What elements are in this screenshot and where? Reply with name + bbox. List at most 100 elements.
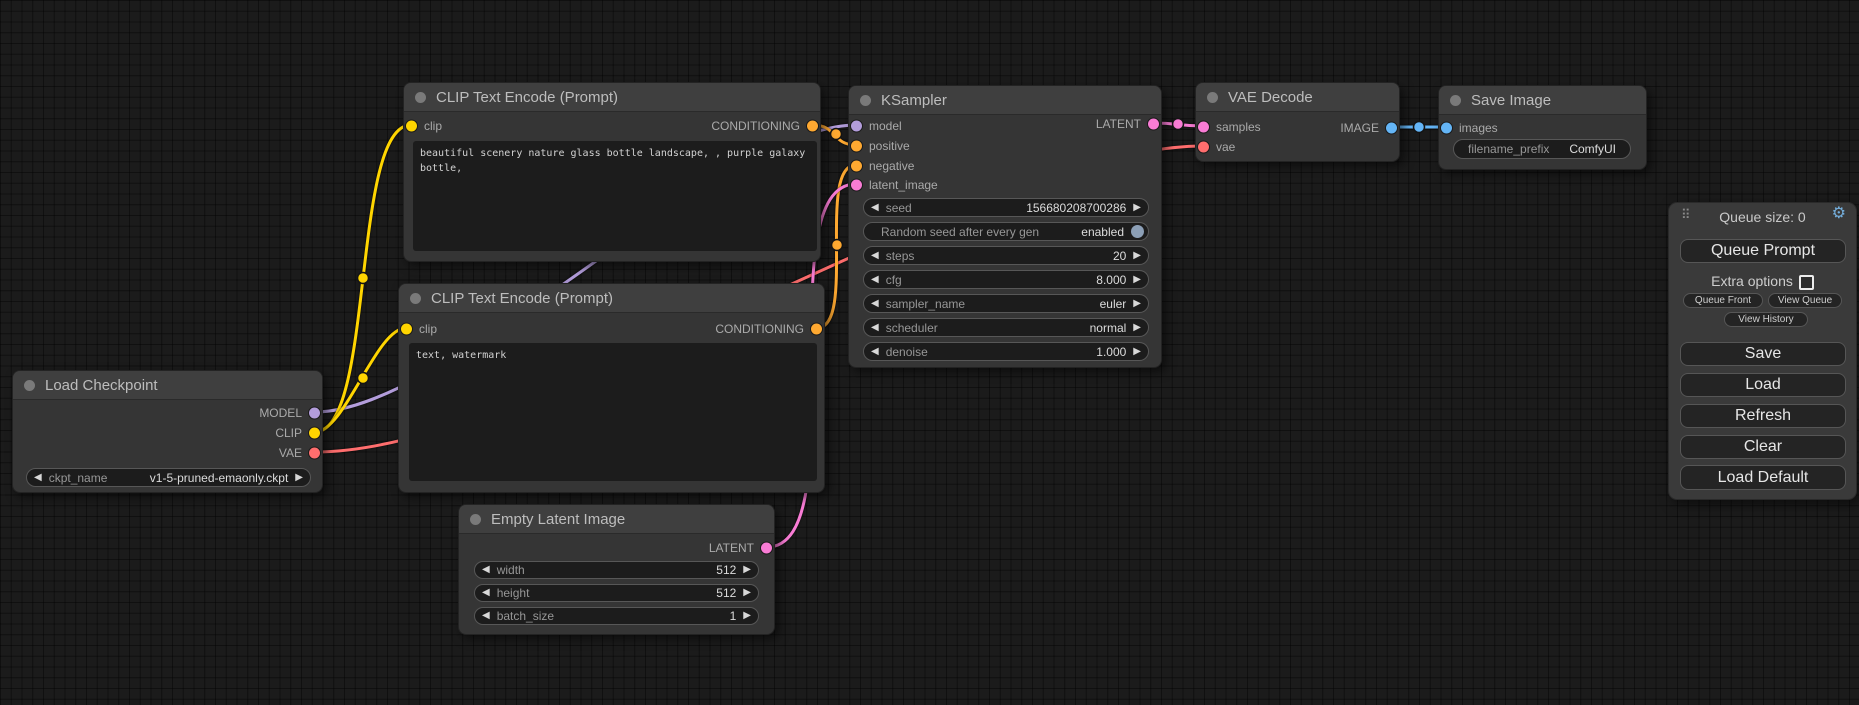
widget-steps[interactable]: ◀ steps 20 ▶ <box>863 246 1149 265</box>
arrow-right-icon[interactable]: ▶ <box>1126 251 1148 261</box>
widget-width[interactable]: ◀ width 512 ▶ <box>474 561 759 579</box>
arrow-right-icon[interactable]: ▶ <box>1126 275 1148 285</box>
arrow-left-icon[interactable]: ◀ <box>27 473 49 483</box>
widget-label: width <box>497 563 525 577</box>
output-label-latent: LATENT <box>709 541 754 555</box>
input-port-vae[interactable] <box>1197 141 1210 154</box>
output-port-conditioning[interactable] <box>810 323 823 336</box>
node-title-bar[interactable]: VAE Decode <box>1196 83 1399 112</box>
input-port-negative[interactable] <box>850 160 863 173</box>
node-load-checkpoint[interactable]: Load Checkpoint MODEL CLIP VAE ◀ ckpt_na… <box>12 370 323 493</box>
node-status-dot <box>410 293 421 304</box>
node-vae-decode[interactable]: VAE Decode IMAGE samples vae <box>1195 82 1400 162</box>
node-title: Load Checkpoint <box>45 377 158 394</box>
toggle-knob[interactable] <box>1131 225 1144 238</box>
widget-scheduler[interactable]: ◀ scheduler normal ▶ <box>863 318 1149 337</box>
view-history-button[interactable]: View History <box>1724 312 1808 327</box>
output-port-clip[interactable] <box>308 427 321 440</box>
arrow-right-icon[interactable]: ▶ <box>288 473 310 483</box>
input-port-images[interactable] <box>1440 122 1453 135</box>
output-port-model[interactable] <box>308 407 321 420</box>
node-ksampler[interactable]: KSampler LATENT model positive negative … <box>848 85 1162 368</box>
node-title-bar[interactable]: KSampler <box>849 86 1161 115</box>
arrow-left-icon[interactable]: ◀ <box>864 347 886 357</box>
input-port-samples[interactable] <box>1197 121 1210 134</box>
widget-value: 512 <box>716 586 736 600</box>
widget-value: 1 <box>730 609 737 623</box>
refresh-button[interactable]: Refresh <box>1680 404 1846 428</box>
node-title-bar[interactable]: CLIP Text Encode (Prompt) <box>404 83 820 112</box>
input-port-clip[interactable] <box>400 323 413 336</box>
input-port-clip[interactable] <box>405 120 418 133</box>
arrow-right-icon[interactable]: ▶ <box>1126 203 1148 213</box>
arrow-left-icon[interactable]: ◀ <box>864 251 886 261</box>
widget-label: filename_prefix <box>1468 142 1549 156</box>
output-port-conditioning[interactable] <box>806 120 819 133</box>
node-empty-latent-image[interactable]: Empty Latent Image LATENT ◀ width 512 ▶ … <box>458 504 775 635</box>
node-clip-text-encode-positive[interactable]: CLIP Text Encode (Prompt) clip CONDITION… <box>403 82 821 262</box>
arrow-right-icon[interactable]: ▶ <box>736 588 758 598</box>
link-dot-conditioning-positive[interactable] <box>831 129 842 140</box>
widget-label: seed <box>886 201 912 215</box>
link-dot-latent[interactable] <box>1173 119 1184 130</box>
output-label-clip: CLIP <box>275 426 302 440</box>
arrow-left-icon[interactable]: ◀ <box>864 299 886 309</box>
node-title: Empty Latent Image <box>491 511 625 528</box>
queue-size-label: Queue size: 0 <box>1669 209 1856 229</box>
widget-ckpt-name[interactable]: ◀ ckpt_name v1-5-pruned-emaonly.ckpt ▶ <box>26 468 311 487</box>
widget-filename-prefix[interactable]: filename_prefix ComfyUI <box>1453 139 1631 159</box>
widget-height[interactable]: ◀ height 512 ▶ <box>474 584 759 602</box>
arrow-right-icon[interactable]: ▶ <box>736 611 758 621</box>
output-port-latent[interactable] <box>760 542 773 555</box>
input-label-images: images <box>1459 121 1498 135</box>
input-port-model[interactable] <box>850 120 863 133</box>
link-dot-image[interactable] <box>1414 122 1425 133</box>
arrow-left-icon[interactable]: ◀ <box>864 203 886 213</box>
widget-batch-size[interactable]: ◀ batch_size 1 ▶ <box>474 607 759 625</box>
widget-seed[interactable]: ◀ seed 156680208700286 ▶ <box>863 198 1149 217</box>
extra-options-checkbox[interactable] <box>1799 275 1814 290</box>
arrow-left-icon[interactable]: ◀ <box>475 588 497 598</box>
node-title-bar[interactable]: Load Checkpoint <box>13 371 322 400</box>
node-title-bar[interactable]: CLIP Text Encode (Prompt) <box>399 284 824 313</box>
clear-button[interactable]: Clear <box>1680 435 1846 459</box>
extra-options-label: Extra options <box>1711 273 1793 289</box>
save-button[interactable]: Save <box>1680 342 1846 366</box>
output-port-vae[interactable] <box>308 447 321 460</box>
prompt-textarea[interactable]: text, watermark <box>409 343 817 481</box>
widget-sampler-name[interactable]: ◀ sampler_name euler ▶ <box>863 294 1149 313</box>
arrow-left-icon[interactable]: ◀ <box>475 611 497 621</box>
arrow-left-icon[interactable]: ◀ <box>864 323 886 333</box>
link-dot-conditioning-negative[interactable] <box>832 240 843 251</box>
queue-panel[interactable]: ⠿ Queue size: 0 ⚙ Queue Prompt Extra opt… <box>1668 202 1857 500</box>
widget-value: v1-5-pruned-emaonly.ckpt <box>150 471 289 485</box>
widget-cfg[interactable]: ◀ cfg 8.000 ▶ <box>863 270 1149 289</box>
widget-denoise[interactable]: ◀ denoise 1.000 ▶ <box>863 342 1149 361</box>
widget-random-seed-toggle[interactable]: Random seed after every gen enabled <box>863 222 1149 241</box>
arrow-right-icon[interactable]: ▶ <box>736 565 758 575</box>
widget-label: denoise <box>886 345 928 359</box>
node-title-bar[interactable]: Save Image <box>1439 86 1646 115</box>
node-clip-text-encode-negative[interactable]: CLIP Text Encode (Prompt) clip CONDITION… <box>398 283 825 493</box>
arrow-right-icon[interactable]: ▶ <box>1126 299 1148 309</box>
prompt-textarea[interactable]: beautiful scenery nature glass bottle la… <box>413 141 817 251</box>
input-port-latent-image[interactable] <box>850 179 863 192</box>
node-save-image[interactable]: Save Image images filename_prefix ComfyU… <box>1438 85 1647 170</box>
link-dot-clip-negative[interactable] <box>358 373 369 384</box>
queue-prompt-button[interactable]: Queue Prompt <box>1680 239 1846 263</box>
arrow-left-icon[interactable]: ◀ <box>475 565 497 575</box>
link-dot-clip-positive[interactable] <box>358 273 369 284</box>
view-queue-button[interactable]: View Queue <box>1768 293 1842 308</box>
queue-front-button[interactable]: Queue Front <box>1683 293 1763 308</box>
arrow-right-icon[interactable]: ▶ <box>1126 347 1148 357</box>
graph-canvas[interactable]: Load Checkpoint MODEL CLIP VAE ◀ ckpt_na… <box>0 0 1859 705</box>
settings-gear-icon[interactable]: ⚙ <box>1832 206 1846 222</box>
arrow-left-icon[interactable]: ◀ <box>864 275 886 285</box>
node-status-dot <box>860 95 871 106</box>
load-button[interactable]: Load <box>1680 373 1846 397</box>
load-default-button[interactable]: Load Default <box>1680 465 1846 490</box>
input-port-positive[interactable] <box>850 140 863 153</box>
node-title: Save Image <box>1471 92 1551 109</box>
arrow-right-icon[interactable]: ▶ <box>1126 323 1148 333</box>
node-title-bar[interactable]: Empty Latent Image <box>459 505 774 534</box>
